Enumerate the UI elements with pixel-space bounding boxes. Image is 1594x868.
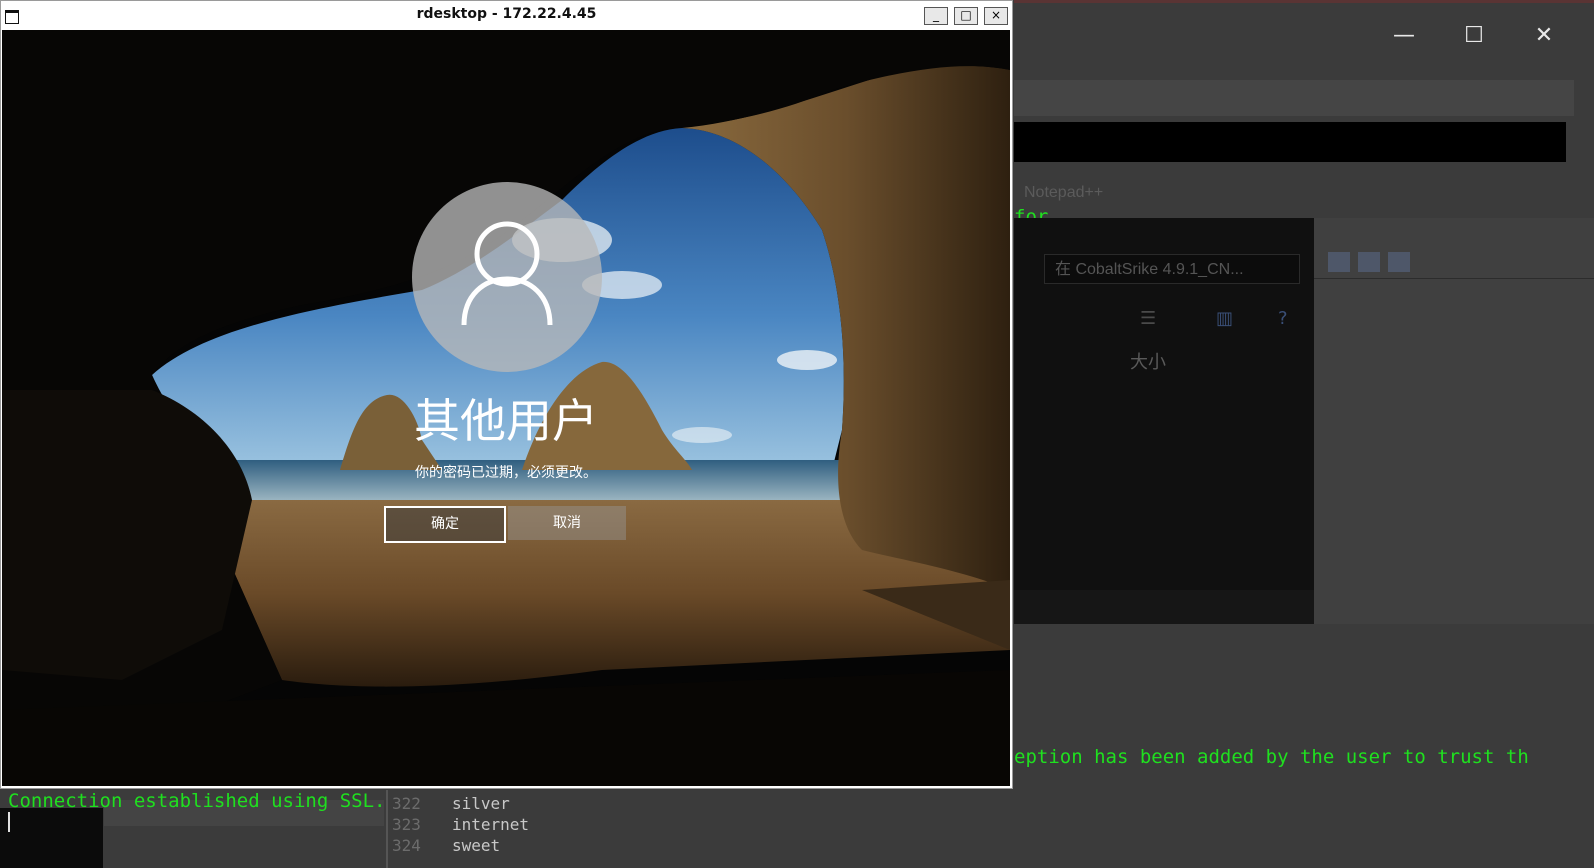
editor-line-text: sweet bbox=[452, 836, 501, 855]
notepad-toolbar bbox=[1314, 246, 1594, 279]
rdesktop-titlebar[interactable]: rdesktop - 172.22.4.45 _ □ × bbox=[1, 1, 1012, 30]
background-black-bar bbox=[1014, 122, 1566, 162]
notepad-editor-area bbox=[1314, 218, 1594, 624]
run-macro-multiple-icon[interactable] bbox=[1358, 252, 1380, 272]
editor-line-number: 322 bbox=[392, 794, 421, 813]
rdesktop-title: rdesktop - 172.22.4.45 bbox=[416, 6, 597, 22]
editor-line-text: internet bbox=[452, 815, 530, 834]
remote-lock-screen: 其他用户 你的密码已过期，必须更改。 确定 取消 bbox=[2, 30, 1010, 786]
terminal-exception-line: eption has been added by the user to tru… bbox=[1014, 746, 1529, 768]
background-window-edge bbox=[1014, 0, 1594, 3]
close-button[interactable]: × bbox=[984, 7, 1008, 25]
terminal-connection-line: Connection established using SSL. bbox=[8, 790, 386, 812]
bg-maximize-icon[interactable]: ☐ bbox=[1444, 18, 1504, 54]
maximize-button[interactable]: □ bbox=[954, 7, 978, 25]
terminal-thumbnail bbox=[0, 808, 103, 868]
background-address-bar bbox=[1014, 80, 1574, 116]
explorer-status-bar bbox=[1014, 590, 1314, 624]
preview-pane-icon[interactable]: ▥ bbox=[1216, 308, 1233, 329]
bg-close-icon[interactable]: ✕ bbox=[1514, 18, 1574, 54]
editor-line-number: 323 bbox=[392, 815, 421, 834]
user-avatar bbox=[412, 182, 602, 372]
file-explorer-window: 在 CobaltSrike 4.9.1_CN... ☰ ▥ ? 大小 bbox=[1014, 218, 1314, 624]
rdesktop-window: rdesktop - 172.22.4.45 _ □ × 其他用户 你的密码已过… bbox=[0, 0, 1013, 789]
explorer-search-input[interactable]: 在 CobaltSrike 4.9.1_CN... bbox=[1044, 254, 1300, 284]
cancel-button[interactable]: 取消 bbox=[508, 506, 626, 540]
notepad-title: Notepad++ bbox=[1024, 184, 1104, 201]
editor-gutter bbox=[386, 790, 388, 868]
terminal-cursor bbox=[8, 812, 10, 832]
run-macro-icon[interactable] bbox=[1328, 252, 1350, 272]
editor-line-text: silver bbox=[452, 794, 510, 813]
explorer-toolbar: ☰ ▥ ? bbox=[1140, 308, 1310, 332]
help-icon[interactable]: ? bbox=[1278, 308, 1288, 329]
bg-minimize-icon[interactable]: — bbox=[1374, 18, 1434, 54]
user-name: 其他用户 bbox=[414, 394, 598, 448]
user-avatar-icon bbox=[461, 221, 553, 326]
minimize-button[interactable]: _ bbox=[924, 7, 948, 25]
ok-button[interactable]: 确定 bbox=[384, 506, 506, 543]
view-list-icon[interactable]: ☰ bbox=[1140, 308, 1156, 329]
editor-line-number: 324 bbox=[392, 836, 421, 855]
password-expired-message: 你的密码已过期，必须更改。 bbox=[415, 465, 597, 481]
save-macro-icon[interactable] bbox=[1388, 252, 1410, 272]
background-window-controls: — ☐ ✕ bbox=[1374, 18, 1594, 54]
explorer-size-column-header[interactable]: 大小 bbox=[1130, 348, 1166, 374]
